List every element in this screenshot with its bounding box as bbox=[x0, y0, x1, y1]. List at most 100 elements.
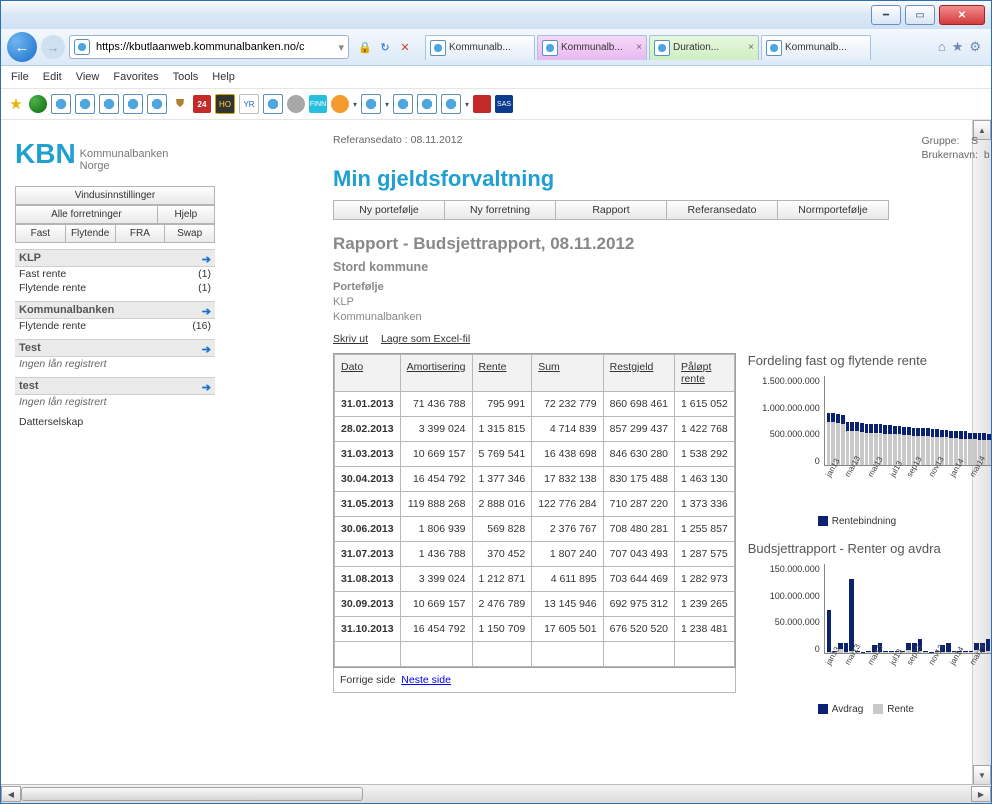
fav-ie-icon[interactable] bbox=[99, 94, 119, 114]
menu-file[interactable]: File bbox=[11, 71, 29, 83]
tab-fra[interactable]: FRA bbox=[116, 224, 166, 243]
link-print[interactable]: Skriv ut bbox=[333, 333, 368, 345]
home-icon[interactable]: ⌂ bbox=[938, 39, 946, 55]
col-header[interactable]: Påløpt rente bbox=[675, 355, 735, 392]
scroll-left-arrow[interactable]: ◀ bbox=[1, 786, 21, 802]
scroll-right-arrow[interactable]: ▶ bbox=[971, 786, 991, 802]
fav-sas-icon[interactable]: SAS bbox=[495, 95, 513, 113]
menu-tools[interactable]: Tools bbox=[173, 71, 199, 83]
fav-red-icon[interactable] bbox=[473, 95, 491, 113]
stop-icon[interactable]: ✕ bbox=[397, 39, 413, 55]
horizontal-scrollbar[interactable]: ◀ ▶ bbox=[1, 784, 991, 803]
fav-ie-icon[interactable] bbox=[263, 94, 283, 114]
fav-star-icon[interactable]: ★ bbox=[7, 95, 25, 113]
gear-icon[interactable]: ⚙ bbox=[969, 39, 981, 55]
fav-24-icon[interactable]: 24 bbox=[193, 95, 211, 113]
tab-3[interactable]: Duration...× bbox=[649, 35, 759, 60]
cell: 1 255 857 bbox=[675, 517, 735, 542]
tm-ny-portefolje[interactable]: Ny portefølje bbox=[333, 200, 445, 220]
link-excel[interactable]: Lagre som Excel-fil bbox=[381, 333, 470, 345]
cell: 31.01.2013 bbox=[335, 392, 401, 417]
sidebar-item[interactable]: Flytende rente(1) bbox=[15, 281, 215, 295]
cell: 1 436 788 bbox=[400, 542, 472, 567]
sidebar-section[interactable]: test➔ bbox=[15, 377, 215, 395]
tm-ny-forretning[interactable]: Ny forretning bbox=[444, 200, 556, 220]
close-icon[interactable]: × bbox=[748, 42, 754, 53]
fav-ie-icon[interactable] bbox=[417, 94, 437, 114]
chart-title: Budsjettrapport - Renter og avdra bbox=[748, 541, 991, 556]
menu-edit[interactable]: Edit bbox=[43, 71, 62, 83]
cell: 710 287 220 bbox=[603, 492, 674, 517]
table-row: 31.07.20131 436 788370 4521 807 240707 0… bbox=[335, 542, 735, 567]
cell: 31.05.2013 bbox=[335, 492, 401, 517]
scroll-thumb[interactable] bbox=[21, 787, 363, 801]
col-header[interactable]: Sum bbox=[532, 355, 603, 392]
chart-title: Fordeling fast og flytende rente bbox=[748, 353, 991, 368]
fav-ie-icon[interactable] bbox=[393, 94, 413, 114]
window-close-button[interactable]: ✕ bbox=[939, 5, 985, 25]
col-header[interactable]: Dato bbox=[335, 355, 401, 392]
tm-rapport[interactable]: Rapport bbox=[555, 200, 667, 220]
tab-2[interactable]: Kommunalb...× bbox=[537, 35, 647, 60]
fav-globe-icon[interactable] bbox=[29, 95, 47, 113]
tab-4[interactable]: Kommunalb... bbox=[761, 35, 871, 60]
menu-view[interactable]: View bbox=[76, 71, 100, 83]
tab-1[interactable]: Kommunalb... bbox=[425, 35, 535, 60]
sidebar-item[interactable]: Fast rente(1) bbox=[15, 267, 215, 281]
cell: 16 454 792 bbox=[400, 467, 472, 492]
sidebar-item[interactable]: Ingen lån registrert bbox=[15, 357, 215, 371]
sidebar-item[interactable]: Flytende rente(16) bbox=[15, 319, 215, 333]
fav-ie-icon[interactable] bbox=[441, 94, 461, 114]
fav-ie-icon[interactable] bbox=[75, 94, 95, 114]
pager: Forrige side Neste side bbox=[333, 668, 736, 693]
window-min-button[interactable]: ━ bbox=[871, 5, 901, 25]
fav-finn-icon[interactable]: FINN bbox=[309, 95, 327, 113]
col-header[interactable]: Restgjeld bbox=[603, 355, 674, 392]
tab-flytende[interactable]: Flytende bbox=[66, 224, 116, 243]
fav-orange-icon[interactable] bbox=[331, 95, 349, 113]
fav-ho-icon[interactable]: HO bbox=[215, 94, 235, 114]
sidebar-item[interactable]: Ingen lån registrert bbox=[15, 395, 215, 409]
chart-legend: AvdragRente bbox=[818, 704, 991, 715]
sidebar-section[interactable]: KLP➔ bbox=[15, 249, 215, 267]
table-row: 30.09.201310 669 1572 476 78913 145 9466… bbox=[335, 592, 735, 617]
url-input[interactable] bbox=[94, 40, 338, 54]
tm-normportefolje[interactable]: Normportefølje bbox=[777, 200, 889, 220]
refresh-icon[interactable]: ↻ bbox=[377, 39, 393, 55]
btn-hjelp[interactable]: Hjelp bbox=[158, 205, 215, 224]
menu-favorites[interactable]: Favorites bbox=[113, 71, 158, 83]
menu-help[interactable]: Help bbox=[212, 71, 235, 83]
cell: 71 436 788 bbox=[400, 392, 472, 417]
tab-fast[interactable]: Fast bbox=[15, 224, 66, 243]
sidebar-section[interactable]: Test➔ bbox=[15, 339, 215, 357]
col-header[interactable]: Amortisering bbox=[400, 355, 472, 392]
btn-vindusinnstillinger[interactable]: Vindusinnstillinger bbox=[15, 186, 215, 205]
address-bar[interactable]: ▾ bbox=[69, 35, 349, 59]
window-max-button[interactable]: ▭ bbox=[905, 5, 935, 25]
fav-ie-icon[interactable] bbox=[123, 94, 143, 114]
cell: 17 832 138 bbox=[532, 467, 603, 492]
nav-back-button[interactable]: ← bbox=[7, 32, 37, 62]
sidebar-footer[interactable]: Datterselskap bbox=[15, 415, 215, 429]
tab-swap[interactable]: Swap bbox=[165, 224, 215, 243]
table-row: 31.10.201316 454 7921 150 70917 605 5016… bbox=[335, 617, 735, 642]
pager-next[interactable]: Neste side bbox=[401, 674, 451, 686]
cell: 569 828 bbox=[472, 517, 532, 542]
sidebar-section[interactable]: Kommunalbanken➔ bbox=[15, 301, 215, 319]
report-org: Stord kommune bbox=[333, 260, 991, 274]
col-header[interactable]: Rente bbox=[472, 355, 532, 392]
fav-circle-icon[interactable] bbox=[287, 95, 305, 113]
tm-referansedato[interactable]: Referansedato bbox=[666, 200, 778, 220]
close-icon[interactable]: × bbox=[636, 42, 642, 53]
fav-shield-icon[interactable]: ⛊ bbox=[171, 95, 189, 113]
favorites-icon[interactable]: ★ bbox=[952, 39, 964, 55]
fav-ie-icon[interactable] bbox=[361, 94, 381, 114]
ie-icon bbox=[74, 39, 90, 55]
btn-alle-forretninger[interactable]: Alle forretninger bbox=[15, 205, 158, 224]
table-row: 30.06.20131 806 939569 8282 376 767708 4… bbox=[335, 517, 735, 542]
cell: 703 644 469 bbox=[603, 567, 674, 592]
fav-ie-icon[interactable] bbox=[147, 94, 167, 114]
fav-yr-icon[interactable]: YR bbox=[239, 94, 259, 114]
nav-forward-button[interactable]: → bbox=[41, 35, 65, 59]
fav-ie-icon[interactable] bbox=[51, 94, 71, 114]
